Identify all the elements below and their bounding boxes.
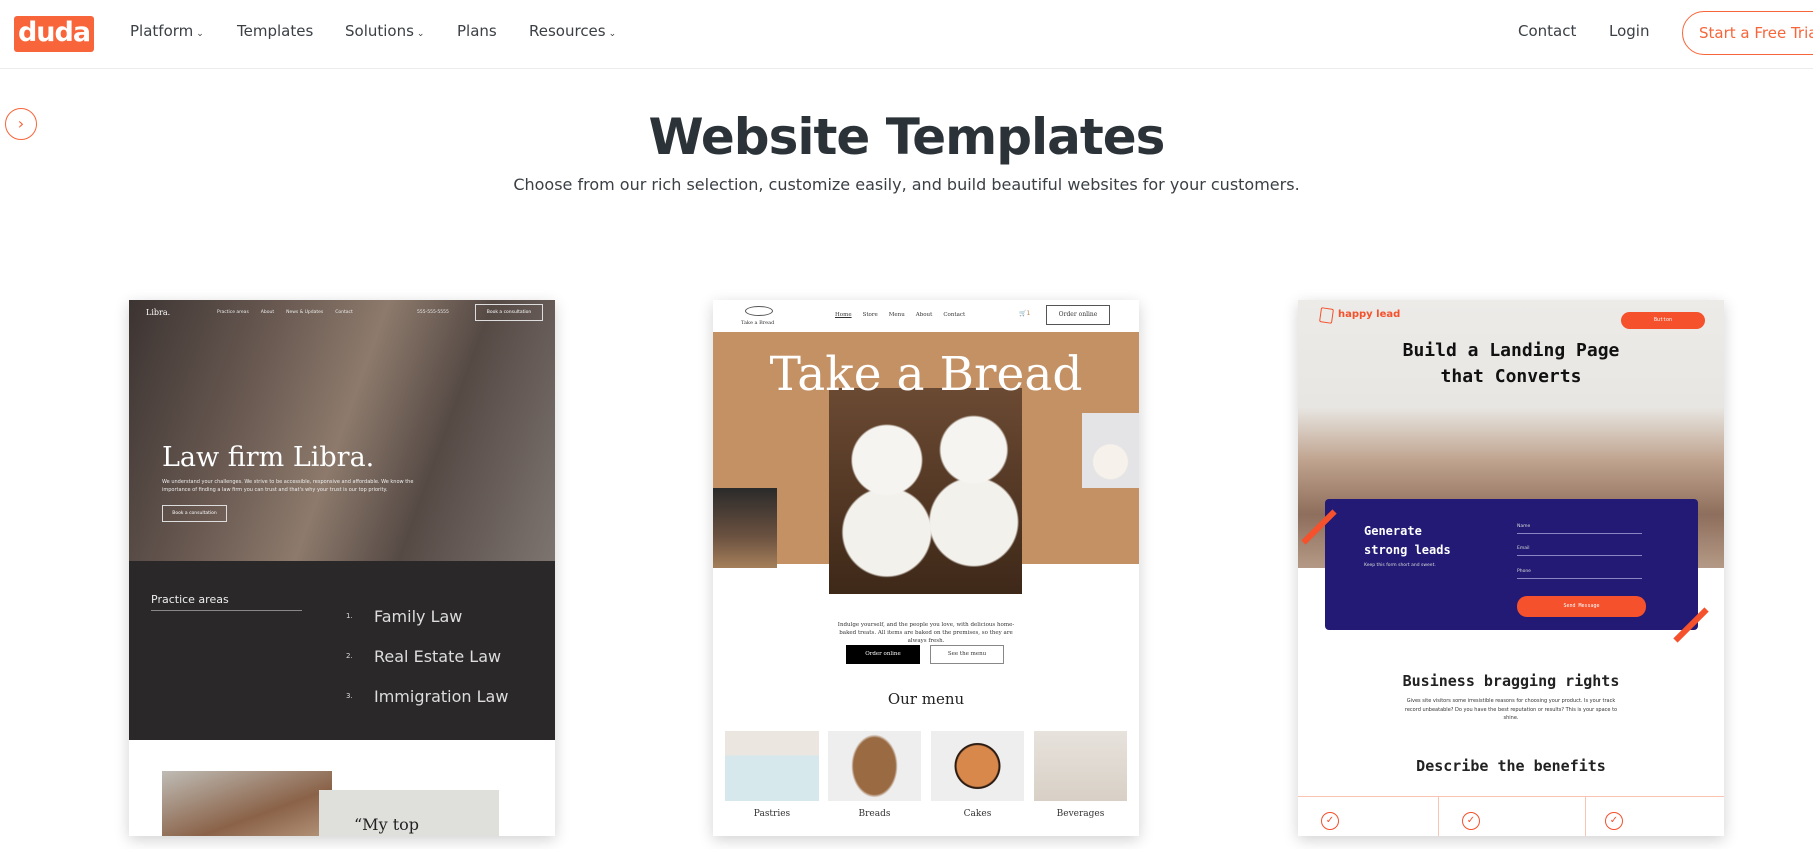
libra-headline: Law firm Libra. <box>162 442 375 473</box>
menu-item-label: Pastries <box>753 809 791 819</box>
bread-logo-mark <box>745 306 773 316</box>
check-circle-icon: ✓ <box>1321 812 1339 830</box>
practice-areas-label: Practice areas <box>151 593 302 611</box>
happy-lead-logo: happy lead <box>1338 309 1401 320</box>
template-card-libra[interactable]: Libra. Practice areas About News & Updates… <box>129 300 555 836</box>
bread-nav-item: Store <box>862 312 878 318</box>
benefits-divider <box>1438 796 1439 836</box>
nav-plans[interactable]: Plans <box>457 22 497 40</box>
item-number: 3. <box>346 692 353 700</box>
libra-phone: 555-555-5555 <box>417 310 449 315</box>
nav-platform[interactable]: Platform ⌄ <box>130 22 204 40</box>
bread-nav: Home Store Menu About Contact <box>835 312 965 318</box>
cakes-menu-image <box>931 731 1024 801</box>
bread-headline: Take a Bread <box>769 347 1083 402</box>
nav-solutions[interactable]: Solutions ⌄ <box>345 22 424 40</box>
start-free-trial-button[interactable]: Start a Free Trial <box>1682 11 1813 55</box>
nav-templates[interactable]: Templates <box>237 22 313 40</box>
bread-nav-item: Home <box>835 312 852 318</box>
happy-lead-logo-icon <box>1319 307 1334 324</box>
chevron-down-icon: ⌄ <box>416 29 425 39</box>
item-number: 2. <box>346 652 353 660</box>
libra-body: We understand your challenges. We strive… <box>162 479 414 493</box>
libra-cta: Book a consultation <box>475 304 543 321</box>
name-field: Name <box>1517 524 1642 534</box>
bread-nav-item: Menu <box>888 312 905 318</box>
nav-label: Resources <box>529 22 606 40</box>
bread-logo: Take a Bread <box>741 320 775 326</box>
libra-nav: Practice areas About News & Updates Contact <box>217 310 353 315</box>
menu-item-label: Breads <box>858 809 891 819</box>
template-card-happy-lead[interactable]: happy lead Button Build a Landing Page t… <box>1298 300 1724 836</box>
practice-item: Real Estate Law <box>374 646 502 666</box>
phone-field: Phone <box>1517 569 1642 579</box>
practice-item: Family Law <box>374 606 463 626</box>
form-title-line: strong leads <box>1364 543 1451 557</box>
bread-nav-item: Contact <box>943 312 966 318</box>
bread-body: Indulge yourself, and the people you lov… <box>837 622 1015 644</box>
pastries-image <box>725 731 819 801</box>
bragging-rights-text: Gives site visitors some irresistible re… <box>1404 698 1618 721</box>
page-title: Website Templates <box>648 108 1166 166</box>
menu-item-label: Beverages <box>1056 809 1105 819</box>
menu-item-label: Cakes <box>963 809 992 819</box>
benefits-grid-line <box>1298 796 1724 797</box>
bread-order-online-button: Order online <box>846 645 920 664</box>
chevron-down-icon: ⌄ <box>608 29 617 39</box>
bread-see-menu-button: See the menu <box>930 645 1004 664</box>
beverages-image <box>1034 731 1127 801</box>
bread-nav-item: About <box>915 312 933 318</box>
template-card-bread[interactable]: Take a Bread Home Store Menu About Contact 🛒… <box>713 300 1139 836</box>
lead-header-button: Button <box>1621 312 1705 329</box>
benefits-divider <box>1585 796 1586 836</box>
benefits-title: Describe the benefits <box>1416 757 1606 775</box>
cakes-image <box>829 388 1022 594</box>
libra-nav-item: About <box>260 310 275 315</box>
lead-headline-2: that Converts <box>1440 366 1582 387</box>
practice-list: 1. Family Law 2. Real Estate Law 3. Immigra… <box>346 596 508 716</box>
cake-image <box>1082 413 1139 488</box>
nav-contact[interactable]: Contact <box>1518 22 1576 40</box>
quote-text: “My top <box>354 815 419 834</box>
chevron-down-icon: ⌄ <box>196 29 204 39</box>
breads-image <box>828 731 921 801</box>
portrait-image <box>162 771 332 836</box>
top-nav: duda Platform ⌄ Templates Solutions ⌄ Plan… <box>0 0 1813 69</box>
bragging-rights-title: Business bragging rights <box>1402 672 1620 690</box>
duda-logo[interactable]: duda <box>14 16 94 52</box>
page-subtitle: Choose from our rich selection, customiz… <box>513 175 1300 194</box>
nav-label: Solutions <box>345 22 414 40</box>
item-number: 1. <box>346 612 353 620</box>
bread-order-button: Order online <box>1046 305 1110 325</box>
nav-label: Platform <box>130 22 194 40</box>
cart-count: 1 <box>1026 310 1031 317</box>
nav-login[interactable]: Login <box>1609 22 1649 40</box>
libra-nav-item: News & Updates <box>286 310 324 315</box>
nav-resources[interactable]: Resources ⌄ <box>529 22 616 40</box>
email-field: Email <box>1517 546 1642 556</box>
check-circle-icon: ✓ <box>1462 812 1480 830</box>
bakery-image <box>713 488 777 568</box>
cart-icon: 🛒1 <box>1019 310 1031 317</box>
form-title-line: Generate <box>1364 524 1422 538</box>
send-message-button: Send Message <box>1517 596 1646 617</box>
form-title: Generate strong leads <box>1364 522 1451 560</box>
check-circle-icon: ✓ <box>1605 812 1623 830</box>
libra-nav-item: Contact <box>335 310 353 315</box>
libra-cta2: Book a consultation <box>162 505 227 522</box>
form-subtitle: Keep this form short and sweet. <box>1364 563 1436 568</box>
libra-nav-item: Practice areas <box>217 310 249 315</box>
our-menu-title: Our menu <box>887 690 965 708</box>
libra-logo: Libra. <box>146 308 171 317</box>
lead-headline-1: Build a Landing Page <box>1402 340 1620 361</box>
practice-item: Immigration Law <box>374 686 509 706</box>
